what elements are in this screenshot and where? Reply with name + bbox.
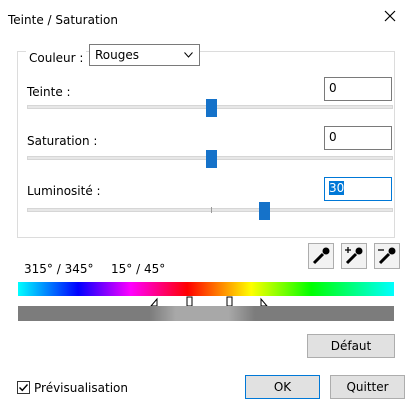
eyedropper-subtract-button[interactable] bbox=[374, 243, 400, 269]
hue-input-value: 0 bbox=[329, 81, 337, 95]
saturation-input[interactable]: 0 bbox=[324, 126, 392, 150]
range-outer-left-marker bbox=[150, 297, 158, 307]
color-select-value: Rouges bbox=[95, 48, 139, 62]
preview-label: Prévisualisation bbox=[34, 381, 128, 395]
range-left-readout: 315° / 345° bbox=[24, 262, 94, 276]
hue-input[interactable]: 0 bbox=[324, 77, 392, 101]
hue-label: Teinte : bbox=[27, 85, 71, 99]
close-icon[interactable] bbox=[383, 9, 397, 23]
range-inner-right-marker bbox=[226, 296, 233, 307]
eyedropper-plus-icon bbox=[345, 247, 363, 265]
lightness-input-value: 30 bbox=[329, 181, 345, 195]
default-button[interactable]: Défaut bbox=[307, 334, 395, 358]
ok-button[interactable]: OK bbox=[245, 375, 320, 399]
result-color-bar bbox=[18, 306, 394, 321]
lightness-slider-track[interactable] bbox=[27, 208, 393, 212]
saturation-slider-thumb[interactable] bbox=[206, 150, 217, 168]
saturation-label: Saturation : bbox=[27, 134, 98, 148]
range-inner-left-marker bbox=[186, 296, 193, 307]
saturation-input-value: 0 bbox=[329, 130, 337, 144]
chevron-down-icon bbox=[184, 52, 193, 58]
color-select[interactable]: Rouges bbox=[89, 44, 200, 66]
eyedropper-button[interactable] bbox=[308, 243, 334, 269]
preview-checkbox[interactable] bbox=[17, 381, 30, 394]
color-group-label: Couleur : bbox=[26, 51, 87, 65]
color-label: Couleur : bbox=[29, 51, 84, 65]
lightness-input[interactable]: 30 bbox=[324, 177, 392, 201]
lightness-center-mark bbox=[211, 207, 212, 213]
range-outer-right-marker bbox=[260, 297, 269, 307]
hue-spectrum-bar bbox=[18, 282, 394, 296]
range-right-readout: 15° / 45° bbox=[111, 262, 166, 276]
eyedropper-icon bbox=[312, 247, 330, 265]
eyedropper-add-button[interactable] bbox=[341, 243, 367, 269]
lightness-label: Luminosité : bbox=[27, 184, 101, 198]
lightness-slider-thumb[interactable] bbox=[259, 202, 270, 220]
eyedropper-minus-icon bbox=[378, 247, 396, 265]
checkmark-icon bbox=[19, 384, 29, 392]
window-title: Teinte / Saturation bbox=[8, 13, 118, 27]
quit-button[interactable]: Quitter bbox=[330, 375, 405, 399]
hue-slider-thumb[interactable] bbox=[206, 99, 217, 117]
